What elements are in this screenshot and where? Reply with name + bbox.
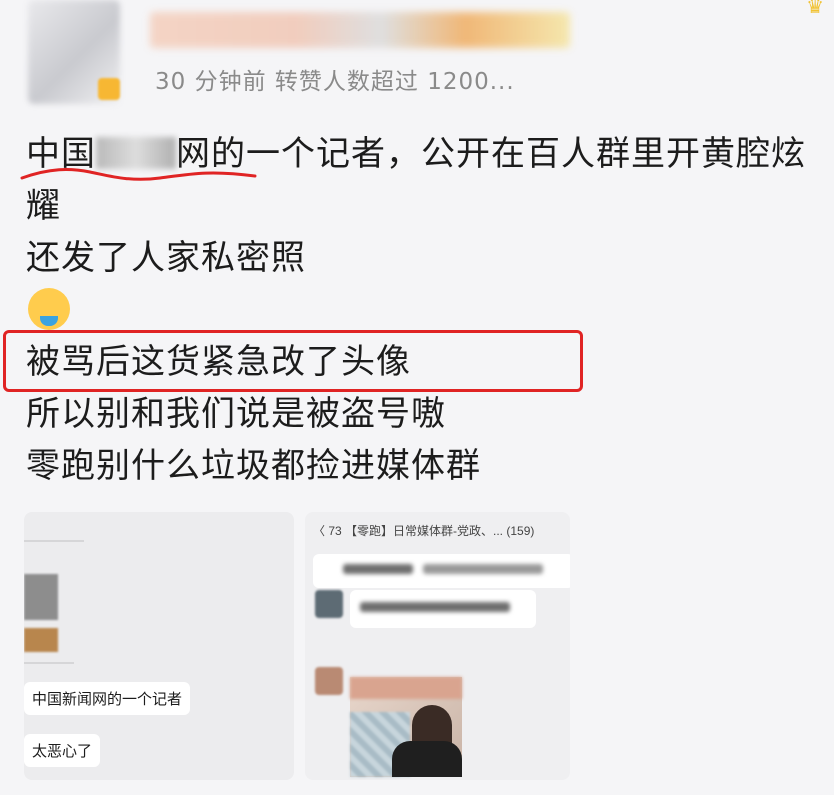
post-line-6: 所以别和我们说是被盗号嗷 bbox=[26, 394, 446, 434]
image-thumbnail bbox=[24, 628, 58, 652]
crying-face-emoji-icon bbox=[28, 288, 70, 330]
avatar-badge-icon bbox=[98, 78, 120, 100]
post-line-3: 还发了人家私密照 bbox=[26, 238, 306, 278]
chat-bubble: 太恶心了 bbox=[24, 734, 101, 767]
red-underline-annotation bbox=[20, 168, 257, 181]
attached-screenshot-left[interactable]: 中国新闻网的一个记者 太恶心了 bbox=[24, 512, 294, 780]
post-line-1-suffix: 网的一个记者，公开在百人群里开黄腔炫 bbox=[176, 134, 806, 174]
divider bbox=[24, 540, 84, 542]
attached-screenshot-right[interactable]: 〈 73 【零跑】日常媒体群-党政、... (159) bbox=[305, 512, 570, 780]
username-blurred[interactable] bbox=[150, 12, 570, 48]
chat-avatar bbox=[315, 590, 343, 618]
decoration-sticker: ♛ bbox=[654, 0, 824, 26]
post-line-7: 零跑别什么垃圾都捡进媒体群 bbox=[26, 446, 481, 486]
chat-bubble bbox=[350, 590, 536, 628]
chat-photo bbox=[350, 677, 462, 777]
chat-title: 〈 73 【零跑】日常媒体群-党政、... (159) bbox=[313, 524, 535, 538]
crown-icon: ♛ bbox=[806, 0, 824, 18]
image-thumbnail bbox=[24, 574, 58, 620]
post-meta: 30 分钟前 转赞人数超过 1200... bbox=[155, 69, 515, 95]
chat-avatar bbox=[315, 667, 343, 695]
chat-bubble bbox=[313, 554, 570, 588]
divider bbox=[24, 662, 74, 664]
red-highlight-box bbox=[3, 330, 583, 392]
emoji-line bbox=[26, 284, 834, 336]
chat-bubble: 中国新闻网的一个记者 bbox=[24, 682, 191, 715]
